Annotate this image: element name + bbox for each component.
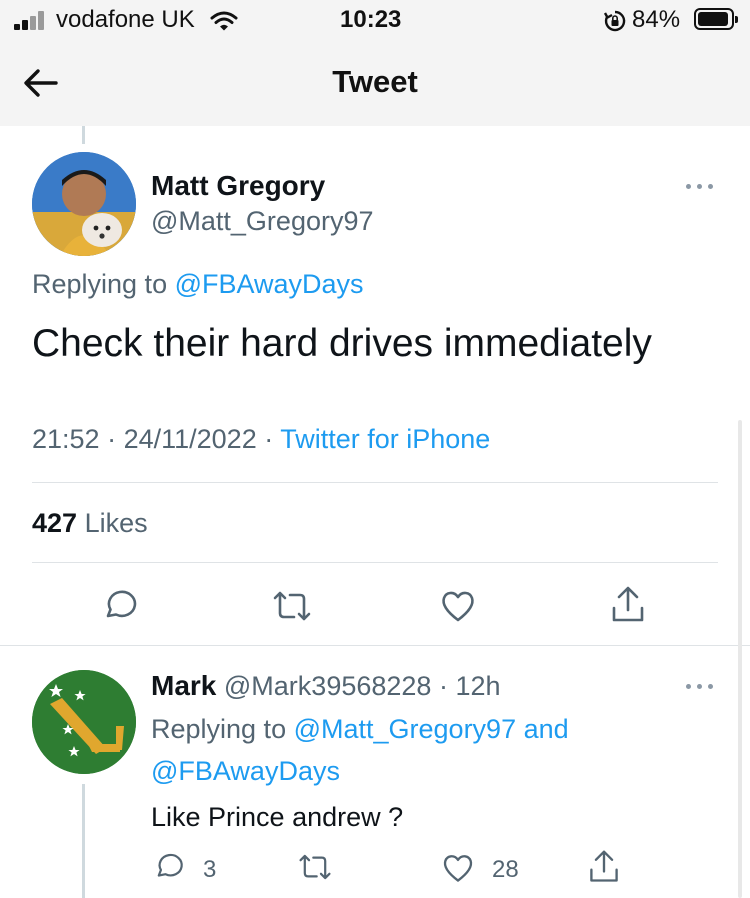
tweet-text: Check their hard drives immediately — [32, 322, 652, 365]
tweet-source[interactable]: Twitter for iPhone — [280, 424, 490, 454]
reply-share-icon[interactable] — [586, 848, 622, 886]
scrollbar[interactable] — [738, 420, 742, 898]
reply-replying-handle-2[interactable]: @FBAwayDays — [151, 756, 340, 786]
status-bar: vodafone UK 10:23 84% — [0, 0, 750, 42]
signal-icon — [14, 10, 48, 30]
reply-reply-count: 3 — [203, 856, 217, 883]
retweet-icon[interactable] — [270, 586, 314, 626]
reply-author-name[interactable]: Mark — [151, 670, 216, 701]
replying-to-label: Replying to — [32, 269, 175, 299]
author-handle[interactable]: @Matt_Gregory97 — [151, 206, 374, 237]
author-name[interactable]: Matt Gregory — [151, 170, 325, 202]
tweet-date: 24/11/2022 — [123, 424, 257, 454]
reply-replying-and[interactable]: and — [516, 714, 569, 744]
reply-replying-handle-1[interactable]: @Matt_Gregory97 — [294, 714, 517, 744]
reply-more-options-icon[interactable] — [686, 682, 716, 690]
clock: 10:23 — [340, 6, 402, 33]
carrier-name: vodafone UK — [56, 6, 195, 33]
author-avatar[interactable] — [32, 152, 136, 256]
battery-icon — [694, 8, 738, 30]
page-title: Tweet — [332, 64, 418, 99]
likes-count: 427 — [32, 508, 78, 538]
likes-label: Likes — [84, 508, 148, 538]
share-icon[interactable] — [608, 584, 648, 626]
reply-age: 12h — [455, 671, 501, 701]
replying-to: Replying to @FBAwayDays — [32, 269, 364, 300]
thread-connector — [82, 126, 85, 144]
reply-like-heart-icon[interactable] — [440, 850, 476, 886]
like-heart-icon[interactable] — [438, 586, 478, 626]
tweet-meta: 21:52 · 24/11/2022 · Twitter for iPhone — [32, 424, 491, 454]
navigation-bar: Tweet — [0, 42, 750, 126]
tweet-time: 21:52 — [32, 424, 100, 454]
orientation-lock-icon — [603, 10, 626, 32]
reply-author-avatar[interactable] — [32, 670, 136, 774]
wifi-icon — [210, 11, 238, 31]
divider — [0, 645, 750, 646]
thread-connector — [82, 784, 85, 898]
reply-replying-to: Replying to @Matt_Gregory97 and @FBAwayDa… — [151, 708, 711, 792]
profile-emblem — [32, 670, 136, 774]
divider — [32, 562, 718, 563]
reply-icon[interactable] — [100, 586, 140, 626]
divider — [32, 482, 718, 483]
likes-summary[interactable]: 427 Likes — [32, 508, 148, 539]
reply-author-handle[interactable]: @Mark39568228 — [224, 671, 432, 701]
reply-retweet-icon[interactable] — [296, 850, 334, 884]
reply-text: Like Prince andrew ? — [151, 802, 404, 832]
replying-to-handle[interactable]: @FBAwayDays — [175, 269, 364, 299]
profile-photo — [32, 152, 136, 256]
more-options-icon[interactable] — [686, 182, 716, 190]
reply-replying-label: Replying to — [151, 714, 294, 744]
battery-percentage: 84% — [632, 6, 681, 33]
reply-reply-icon[interactable] — [152, 850, 186, 884]
reply-like-count: 28 — [492, 856, 519, 883]
reply-header: Mark @Mark39568228 · 12h — [151, 670, 501, 701]
